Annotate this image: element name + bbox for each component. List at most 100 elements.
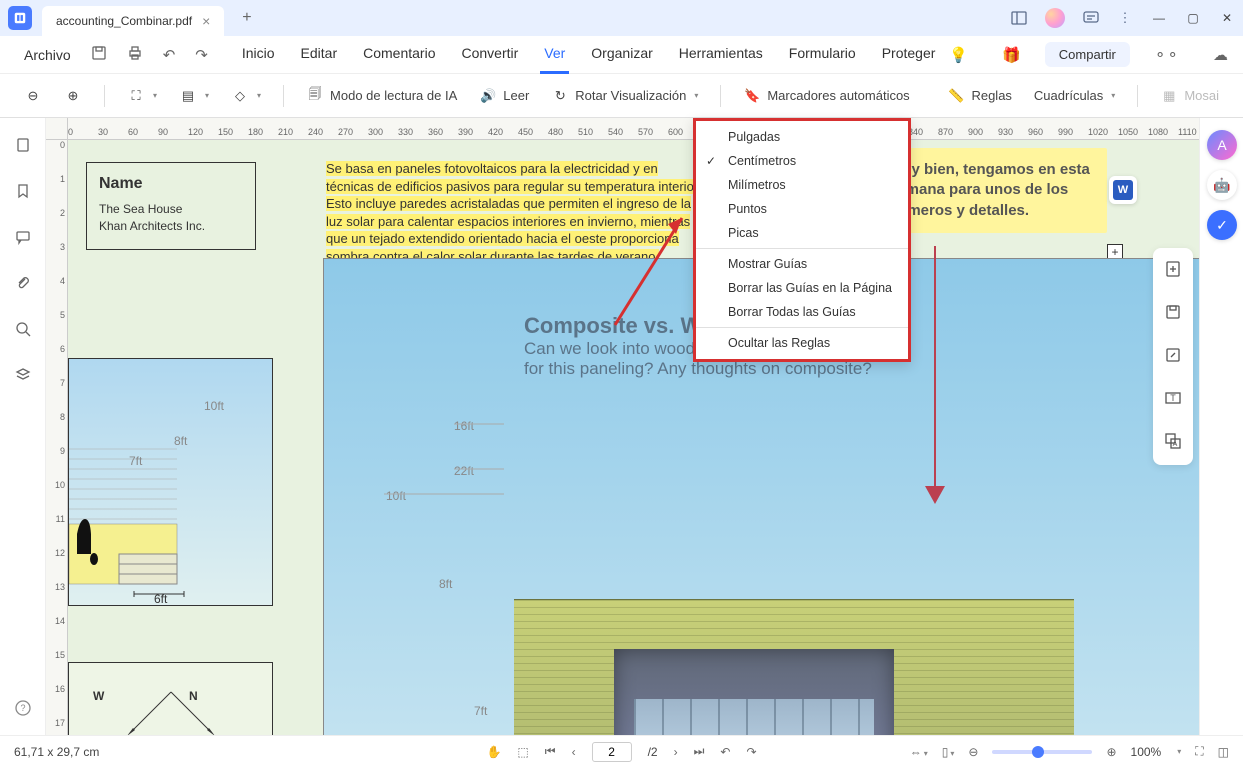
cm-picas[interactable]: Picas bbox=[696, 221, 908, 245]
auto-bookmarks-button[interactable]: 🔖Marcadores automáticos bbox=[737, 83, 915, 109]
cursor-coordinates: 61,71 x 29,7 cm bbox=[14, 745, 99, 759]
menu-convertir[interactable]: Convertir bbox=[457, 35, 522, 74]
last-page-icon[interactable]: ⏭ bbox=[694, 744, 705, 759]
mosaic-button[interactable]: ▦Mosai bbox=[1154, 83, 1225, 109]
next-page-icon[interactable]: › bbox=[674, 745, 678, 759]
read-aloud-button[interactable]: 🔊Leer bbox=[473, 83, 535, 109]
cm-centimetros[interactable]: Centímetros bbox=[696, 149, 908, 173]
menu-ver[interactable]: Ver bbox=[540, 35, 569, 74]
grids-button[interactable]: Cuadrículas▾ bbox=[1028, 84, 1121, 107]
rulers-label: Reglas bbox=[971, 88, 1011, 103]
highlighted-text-content: Se basa en paneles fotovoltaicos para la… bbox=[326, 161, 701, 264]
jump-back-icon[interactable]: ↶ bbox=[720, 745, 730, 759]
grids-label: Cuadrículas bbox=[1034, 88, 1103, 103]
file-menu[interactable]: Archivo bbox=[14, 41, 81, 69]
avatar-icon[interactable] bbox=[1045, 8, 1065, 28]
ai-assistant-icon[interactable]: A bbox=[1207, 130, 1237, 160]
attachments-icon[interactable] bbox=[14, 274, 32, 292]
undo-icon[interactable]: ↶ bbox=[153, 42, 186, 68]
jump-forward-icon[interactable]: ↷ bbox=[746, 745, 756, 759]
close-window-button[interactable]: ✕ bbox=[1219, 10, 1235, 26]
horizontal-ruler[interactable]: 0306090120150180210240270300330360390420… bbox=[68, 118, 1199, 140]
task-check-icon[interactable]: ✓ bbox=[1207, 210, 1237, 240]
bookmarks-icon[interactable] bbox=[14, 182, 32, 200]
cm-milimetros[interactable]: Milímetros bbox=[696, 173, 908, 197]
zoom-out-status-icon[interactable]: ⊖ bbox=[968, 745, 978, 759]
lightbulb-icon[interactable]: 💡 bbox=[939, 42, 978, 68]
more-icon[interactable]: ⋮ bbox=[1117, 10, 1133, 26]
replace-text-icon[interactable]: A bbox=[1160, 428, 1186, 457]
zoom-in-button[interactable]: ⊕ bbox=[58, 83, 88, 109]
select-tool-icon[interactable]: ⬚ bbox=[517, 745, 528, 759]
prev-page-icon[interactable]: ‹ bbox=[572, 745, 576, 759]
minimize-button[interactable]: — bbox=[1151, 10, 1167, 26]
network-icon[interactable]: ⚬⚬ bbox=[1144, 42, 1189, 68]
rotate-view-button[interactable]: ↻Rotar Visualización▾ bbox=[545, 83, 704, 109]
chatbot-icon[interactable]: 🤖 bbox=[1207, 170, 1237, 200]
background-button[interactable]: ◇▾ bbox=[225, 83, 267, 109]
edit-page-icon[interactable] bbox=[1160, 342, 1186, 371]
svg-text:T: T bbox=[1170, 393, 1176, 403]
title-bar: accounting_Combinar.pdf × + ⋮ — ▢ ✕ bbox=[0, 0, 1243, 36]
gift-icon[interactable]: 🎁 bbox=[992, 42, 1031, 68]
rulers-button[interactable]: 📏Reglas bbox=[941, 83, 1017, 109]
search-icon[interactable] bbox=[14, 320, 32, 338]
cm-separator-1 bbox=[696, 248, 908, 249]
chat-icon[interactable] bbox=[1083, 10, 1099, 26]
menu-herramientas[interactable]: Herramientas bbox=[675, 35, 767, 74]
page-layout-button[interactable]: ▤▾ bbox=[173, 83, 215, 109]
document-canvas[interactable]: Name The Sea House Khan Architects Inc. … bbox=[68, 140, 1199, 735]
fit-width-icon[interactable]: ⇔▾ bbox=[910, 745, 928, 759]
thumbnails-icon[interactable] bbox=[14, 136, 32, 154]
fullscreen-icon[interactable]: ⛶ bbox=[1195, 744, 1203, 759]
cm-mostrar-guias[interactable]: Mostrar Guías bbox=[696, 252, 908, 276]
document-tab[interactable]: accounting_Combinar.pdf × bbox=[42, 6, 224, 36]
name-card-title: Name bbox=[99, 175, 243, 193]
save-page-icon[interactable] bbox=[1160, 299, 1186, 328]
menu-formulario[interactable]: Formulario bbox=[785, 35, 860, 74]
add-page-icon[interactable] bbox=[1160, 256, 1186, 285]
vertical-ruler[interactable]: 0123456789101112131415161718 bbox=[46, 140, 68, 735]
layers-icon[interactable] bbox=[14, 366, 32, 384]
sticky-note[interactable]: muy bien, tengamos en esta semana para u… bbox=[877, 148, 1107, 233]
textbox-icon[interactable]: T bbox=[1160, 385, 1186, 414]
dimension-lines bbox=[384, 419, 504, 735]
svg-text:?: ? bbox=[20, 703, 25, 713]
print-icon[interactable] bbox=[117, 41, 153, 69]
fit-page-button[interactable]: ⛶▾ bbox=[121, 83, 163, 109]
menu-inicio[interactable]: Inicio bbox=[238, 35, 279, 74]
cm-puntos[interactable]: Puntos bbox=[696, 197, 908, 221]
cm-borrar-todas-guias[interactable]: Borrar Todas las Guías bbox=[696, 300, 908, 324]
zoom-in-status-icon[interactable]: ⊕ bbox=[1106, 745, 1116, 759]
maximize-button[interactable]: ▢ bbox=[1185, 10, 1201, 26]
single-page-icon[interactable]: ▯▾ bbox=[942, 745, 955, 759]
help-icon[interactable]: ? bbox=[14, 699, 32, 717]
menu-organizar[interactable]: Organizar bbox=[587, 35, 656, 74]
menu-proteger[interactable]: Proteger bbox=[878, 35, 940, 74]
page-number-input[interactable] bbox=[592, 742, 632, 762]
word-export-badge[interactable]: W bbox=[1109, 176, 1137, 204]
redo-icon[interactable]: ↷ bbox=[185, 42, 218, 68]
cm-ocultar-reglas[interactable]: Ocultar las Reglas bbox=[696, 331, 908, 355]
cm-pulgadas[interactable]: Pulgadas bbox=[696, 125, 908, 149]
cm-borrar-guias-pagina[interactable]: Borrar las Guías en la Página bbox=[696, 276, 908, 300]
elevation-drawing: 10ft 8ft 7ft 6ft bbox=[68, 358, 273, 606]
new-tab-button[interactable]: + bbox=[234, 5, 259, 31]
svg-text:A: A bbox=[1173, 441, 1178, 448]
menu-editar[interactable]: Editar bbox=[297, 35, 342, 74]
hand-tool-icon[interactable]: ✋ bbox=[486, 745, 501, 759]
close-tab-icon[interactable]: × bbox=[202, 13, 210, 29]
save-icon[interactable] bbox=[81, 41, 117, 69]
ai-reading-mode-button[interactable]: 🗐Modo de lectura de IA bbox=[300, 83, 463, 109]
first-page-icon[interactable]: ⏮ bbox=[545, 744, 556, 759]
ai-reading-label: Modo de lectura de IA bbox=[330, 88, 457, 103]
highlighted-paragraph: Se basa en paneles fotovoltaicos para la… bbox=[326, 160, 706, 265]
share-button[interactable]: Compartir bbox=[1045, 42, 1130, 67]
comments-icon[interactable] bbox=[14, 228, 32, 246]
zoom-slider[interactable] bbox=[992, 750, 1092, 754]
zoom-out-button[interactable]: ⊖ bbox=[18, 83, 48, 109]
panel-icon[interactable] bbox=[1011, 10, 1027, 26]
cloud-icon[interactable]: ☁ bbox=[1203, 42, 1238, 68]
reading-mode-icon[interactable]: ◫ bbox=[1218, 745, 1229, 759]
menu-comentario[interactable]: Comentario bbox=[359, 35, 439, 74]
